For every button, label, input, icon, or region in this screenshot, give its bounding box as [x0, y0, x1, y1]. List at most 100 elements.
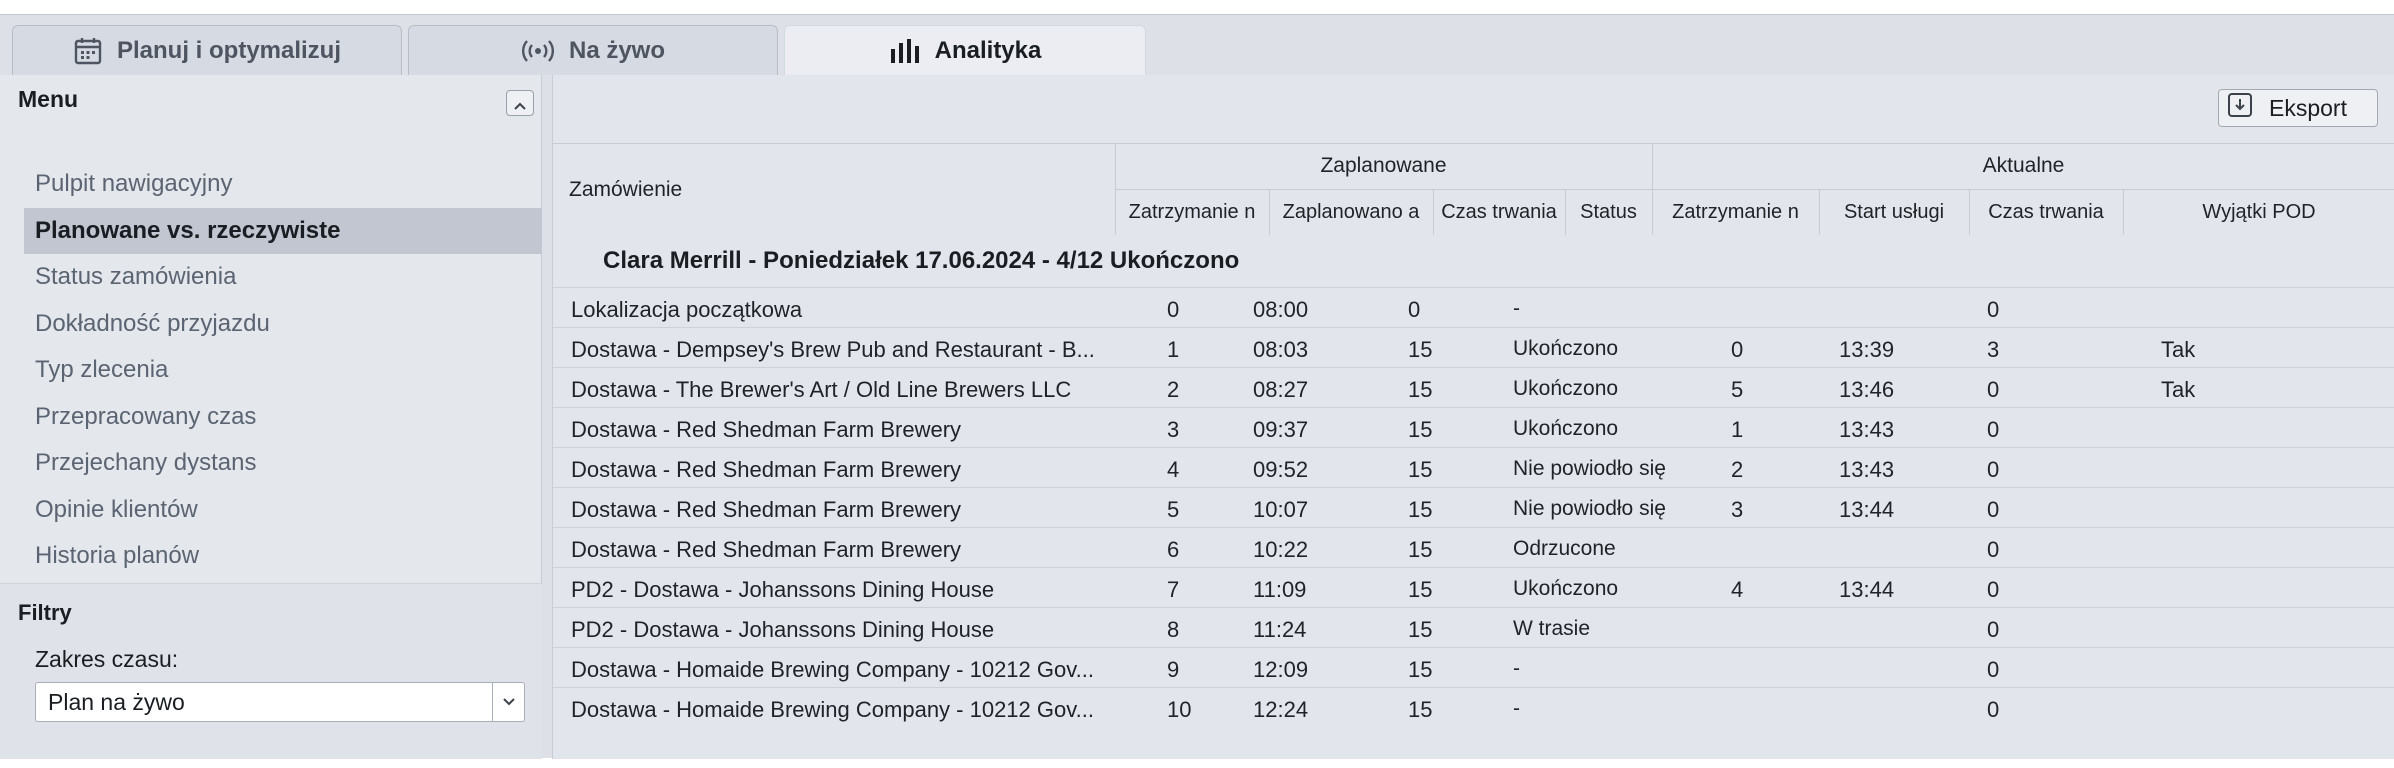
sidebar-item-plan-history[interactable]: Historia planów: [0, 533, 542, 580]
cell-status: Ukończono: [1513, 577, 1619, 600]
cell-status: Odrzucone: [1513, 537, 1616, 560]
cell-actual-stop: 1: [1731, 417, 1744, 442]
cell-planned-stop: 0: [1167, 297, 1180, 322]
cell-planned-stop: 4: [1167, 457, 1180, 482]
tab-plan-optimize[interactable]: Planuj i optymalizuj: [12, 25, 402, 75]
cell-actual-duration: 0: [1987, 457, 2000, 482]
tab-label: Na żywo: [568, 36, 666, 64]
export-button[interactable]: Eksport: [2218, 89, 2378, 127]
chevron-up-icon: [513, 90, 527, 117]
table-row[interactable]: Dostawa - Red Shedman Farm Brewery 3 09:37…: [553, 407, 2394, 447]
time-range-select[interactable]: Plan na żywo: [35, 682, 525, 722]
cell-planned-stop: 7: [1167, 577, 1180, 602]
broadcast-icon: [521, 39, 555, 63]
table-row[interactable]: Lokalizacja początkowa 0 08:00 0 - 0: [553, 287, 2394, 327]
cell-planned-at: 08:03: [1253, 337, 1309, 362]
cell-planned-stop: 1: [1167, 337, 1180, 362]
cell-planned-at: 10:22: [1253, 537, 1309, 562]
table-row[interactable]: Dostawa - Homaide Brewing Company - 1021…: [553, 687, 2394, 727]
sidebar-item-dashboard[interactable]: Pulpit nawigacyjny: [0, 161, 542, 208]
cell-planned-stop: 5: [1167, 497, 1180, 522]
sidebar-item-planned-vs-actual[interactable]: Planowane vs. rzeczywiste: [24, 207, 542, 254]
cell-service-start: 13:46: [1839, 377, 1895, 402]
cell-planned-at: 09:52: [1253, 457, 1309, 482]
export-label: Eksport: [2269, 94, 2347, 121]
table-row[interactable]: Dostawa - The Brewer's Art / Old Line Br…: [553, 367, 2394, 407]
cell-status: -: [1513, 297, 1520, 320]
cell-actual-duration: 0: [1987, 297, 2000, 322]
cell-actual-duration: 0: [1987, 497, 2000, 522]
calendar-icon: [73, 36, 103, 66]
cell-actual-stop: 3: [1731, 497, 1744, 522]
cell-planned-duration: 15: [1408, 697, 1433, 722]
table-row[interactable]: PD2 - Dostawa - Johanssons Dining House 8…: [553, 607, 2394, 647]
cell-planned-at: 08:27: [1253, 377, 1309, 402]
cell-planned-at: 11:09: [1253, 577, 1307, 602]
column-header-order[interactable]: Zamówienie: [569, 167, 682, 213]
cell-planned-at: 12:09: [1253, 657, 1309, 682]
tab-label: Analityka: [934, 36, 1042, 64]
cell-planned-duration: 0: [1408, 297, 1421, 322]
menu-title: Menu: [18, 85, 79, 112]
group-title: Clara Merrill - Poniedziałek 17.06.2024 …: [603, 247, 1240, 274]
cell-planned-stop: 9: [1167, 657, 1180, 682]
cell-service-start: 13:43: [1839, 417, 1895, 442]
column-header-pod-exceptions[interactable]: Wyjątki POD: [2123, 189, 2394, 235]
table-row[interactable]: Dostawa - Red Shedman Farm Brewery 4 09:52…: [553, 447, 2394, 487]
time-range-label: Zakres czasu:: [35, 646, 179, 672]
cell-status: Ukończono: [1513, 337, 1619, 360]
table-row[interactable]: Dostawa - Red Shedman Farm Brewery 5 10:07…: [553, 487, 2394, 527]
cell-planned-duration: 15: [1408, 577, 1433, 602]
cell-planned-stop: 3: [1167, 417, 1180, 442]
cell-planned-duration: 15: [1408, 657, 1433, 682]
cell-pod-exception: Tak: [2161, 337, 2196, 362]
sidebar-item-arrival-accuracy[interactable]: Dokładność przyjazdu: [0, 301, 542, 348]
cell-planned-at: 11:24: [1253, 617, 1307, 642]
table-row[interactable]: PD2 - Dostawa - Johanssons Dining House 7…: [553, 567, 2394, 607]
menu-list: Pulpit nawigacyjny Planowane vs. rzeczyw…: [0, 161, 542, 580]
menu-header: Menu: [0, 75, 542, 123]
cell-order-name: Dostawa - Dempsey's Brew Pub and Restaur…: [571, 337, 1095, 362]
column-header-planned-at[interactable]: Zaplanowano a: [1269, 189, 1433, 235]
cell-order-name: Lokalizacja początkowa: [571, 297, 803, 322]
cell-planned-duration: 15: [1408, 457, 1433, 482]
cell-pod-exception: Tak: [2161, 377, 2196, 402]
cell-actual-stop: 4: [1731, 577, 1744, 602]
column-header-actual-stop[interactable]: Zatrzymanie n: [1652, 189, 1819, 235]
sidebar-item-order-type[interactable]: Typ zlecenia: [0, 347, 542, 394]
cell-actual-stop: 5: [1731, 377, 1744, 402]
tab-live[interactable]: Na żywo: [408, 25, 778, 75]
column-header-actual-duration[interactable]: Czas trwania: [1969, 189, 2123, 235]
sidebar-item-distance-driven[interactable]: Przejechany dystans: [0, 440, 542, 487]
cell-planned-at: 10:07: [1253, 497, 1309, 522]
tab-analytics[interactable]: Analityka: [784, 25, 1146, 75]
cell-planned-stop: 6: [1167, 537, 1180, 562]
column-header-planned-stop[interactable]: Zatrzymanie n: [1115, 189, 1269, 235]
cell-actual-duration: 0: [1987, 577, 2000, 602]
cell-actual-duration: 0: [1987, 377, 2000, 402]
column-header-status[interactable]: Status: [1565, 189, 1652, 235]
cell-order-name: Dostawa - The Brewer's Art / Old Line Br…: [571, 377, 1072, 402]
table-row[interactable]: Dostawa - Dempsey's Brew Pub and Restaur…: [553, 327, 2394, 367]
cell-order-name: Dostawa - Red Shedman Farm Brewery: [571, 537, 962, 562]
tab-label: Planuj i optymalizuj: [116, 36, 342, 64]
column-header-service-start[interactable]: Start usługi: [1819, 189, 1969, 235]
table-row[interactable]: Dostawa - Homaide Brewing Company - 1021…: [553, 647, 2394, 687]
table-row[interactable]: Dostawa - Red Shedman Farm Brewery 6 10:22…: [553, 527, 2394, 567]
sidebar-item-time-worked[interactable]: Przepracowany czas: [0, 394, 542, 441]
cell-order-name: PD2 - Dostawa - Johanssons Dining House: [571, 577, 995, 602]
cell-service-start: 13:43: [1839, 457, 1895, 482]
cell-status: W trasie: [1513, 617, 1591, 640]
cell-order-name: Dostawa - Homaide Brewing Company - 1021…: [571, 657, 1094, 682]
cell-status: Nie powiodło się: [1513, 497, 1666, 520]
sidebar-item-order-status[interactable]: Status zamówienia: [0, 254, 542, 301]
sidebar-item-customer-feedback[interactable]: Opinie klientów: [0, 487, 542, 534]
cell-service-start: 13:39: [1839, 337, 1895, 362]
cell-actual-duration: 0: [1987, 617, 2000, 642]
column-header-planned-duration[interactable]: Czas trwania: [1433, 189, 1565, 235]
cell-planned-stop: 2: [1167, 377, 1180, 402]
cell-planned-duration: 15: [1408, 617, 1433, 642]
collapse-menu-button[interactable]: [506, 90, 534, 116]
cell-status: Ukończono: [1513, 417, 1619, 440]
chevron-down-icon[interactable]: [492, 683, 524, 721]
